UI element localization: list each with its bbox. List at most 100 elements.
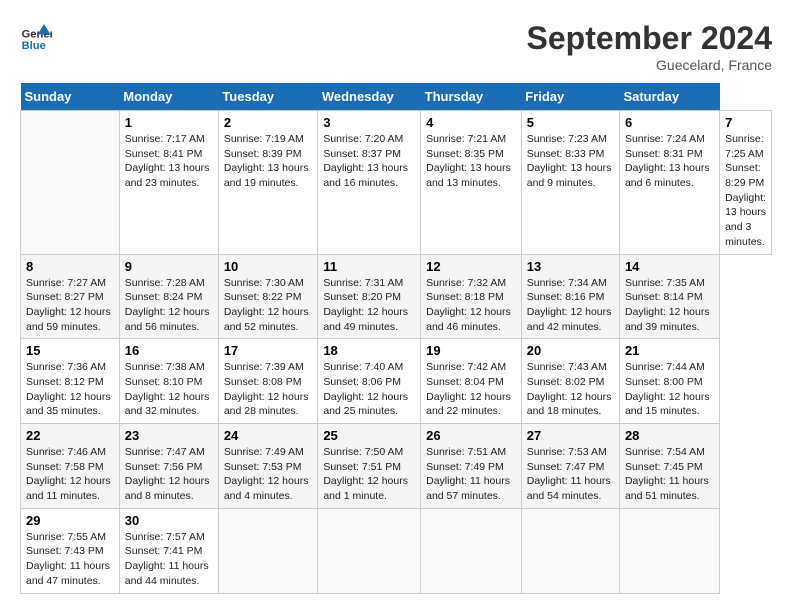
svg-text:Blue: Blue (22, 40, 46, 52)
day-number: 22 (26, 428, 114, 443)
week-row-3: 15 Sunrise: 7:36 AMSunset: 8:12 PMDayligh… (21, 339, 772, 424)
day-number: 11 (323, 259, 415, 274)
day-number: 27 (527, 428, 614, 443)
calendar-cell: 20Sunrise: 7:43 AMSunset: 8:02 PMDayligh… (521, 339, 619, 424)
calendar-cell: 3 Sunrise: 7:20 AMSunset: 8:37 PMDaylight… (318, 111, 421, 255)
calendar-cell: 8Sunrise: 7:27 AMSunset: 8:27 PMDaylight… (21, 254, 120, 339)
cell-info: Sunrise: 7:51 AMSunset: 7:49 PMDaylight:… (426, 445, 516, 504)
cell-info: Sunrise: 7:38 AMSunset: 8:10 PMDaylight:… (125, 360, 213, 419)
calendar-cell: 30 Sunrise: 7:57 AMSunset: 7:41 PMDayligh… (119, 508, 218, 593)
week-row-1: 1 Sunrise: 7:17 AMSunset: 8:41 PMDaylight… (21, 111, 772, 255)
calendar-cell: 6 Sunrise: 7:24 AMSunset: 8:31 PMDaylight… (619, 111, 719, 255)
cell-info: Sunrise: 7:40 AMSunset: 8:06 PMDaylight:… (323, 360, 415, 419)
col-header-saturday: Saturday (619, 83, 719, 111)
calendar-cell (421, 508, 522, 593)
day-number: 17 (224, 343, 313, 358)
cell-info: Sunrise: 7:34 AMSunset: 8:16 PMDaylight:… (527, 276, 614, 335)
days-header-row: SundayMondayTuesdayWednesdayThursdayFrid… (21, 83, 772, 111)
col-header-friday: Friday (521, 83, 619, 111)
cell-info: Sunrise: 7:24 AMSunset: 8:31 PMDaylight:… (625, 132, 714, 191)
week-row-5: 29 Sunrise: 7:55 AMSunset: 7:43 PMDayligh… (21, 508, 772, 593)
page-header: General Blue September 2024 Guecelard, F… (20, 20, 772, 73)
month-title: September 2024 (527, 20, 772, 57)
calendar-cell: 17 Sunrise: 7:39 AMSunset: 8:08 PMDayligh… (218, 339, 318, 424)
cell-info: Sunrise: 7:32 AMSunset: 8:18 PMDaylight:… (426, 276, 516, 335)
calendar-cell: 18 Sunrise: 7:40 AMSunset: 8:06 PMDayligh… (318, 339, 421, 424)
calendar-cell: 10 Sunrise: 7:30 AMSunset: 8:22 PMDayligh… (218, 254, 318, 339)
cell-info: Sunrise: 7:20 AMSunset: 8:37 PMDaylight:… (323, 132, 415, 191)
cell-info: Sunrise: 7:46 AMSunset: 7:58 PMDaylight:… (26, 445, 114, 504)
day-number: 25 (323, 428, 415, 443)
day-number: 1 (125, 115, 213, 130)
col-header-thursday: Thursday (421, 83, 522, 111)
calendar-cell: 7 Sunrise: 7:25 AMSunset: 8:29 PMDaylight… (720, 111, 772, 255)
calendar-cell: 5 Sunrise: 7:23 AMSunset: 8:33 PMDaylight… (521, 111, 619, 255)
cell-info: Sunrise: 7:35 AMSunset: 8:14 PMDaylight:… (625, 276, 714, 335)
calendar-cell: 21 Sunrise: 7:44 AMSunset: 8:00 PMDayligh… (619, 339, 719, 424)
day-number: 3 (323, 115, 415, 130)
cell-info: Sunrise: 7:49 AMSunset: 7:53 PMDaylight:… (224, 445, 313, 504)
cell-info: Sunrise: 7:30 AMSunset: 8:22 PMDaylight:… (224, 276, 313, 335)
col-header-sunday: Sunday (21, 83, 120, 111)
calendar-cell: 24 Sunrise: 7:49 AMSunset: 7:53 PMDayligh… (218, 424, 318, 509)
calendar-cell: 1 Sunrise: 7:17 AMSunset: 8:41 PMDaylight… (119, 111, 218, 255)
week-row-4: 22 Sunrise: 7:46 AMSunset: 7:58 PMDayligh… (21, 424, 772, 509)
cell-info: Sunrise: 7:43 AMSunset: 8:02 PMDaylight:… (527, 360, 614, 419)
day-number: 24 (224, 428, 313, 443)
cell-info: Sunrise: 7:55 AMSunset: 7:43 PMDaylight:… (26, 530, 114, 589)
col-header-tuesday: Tuesday (218, 83, 318, 111)
day-number: 6 (625, 115, 714, 130)
cell-info: Sunrise: 7:44 AMSunset: 8:00 PMDaylight:… (625, 360, 714, 419)
day-number: 21 (625, 343, 714, 358)
calendar-cell: 29 Sunrise: 7:55 AMSunset: 7:43 PMDayligh… (21, 508, 120, 593)
calendar-cell: 2 Sunrise: 7:19 AMSunset: 8:39 PMDaylight… (218, 111, 318, 255)
day-number: 28 (625, 428, 714, 443)
col-header-monday: Monday (119, 83, 218, 111)
cell-info: Sunrise: 7:23 AMSunset: 8:33 PMDaylight:… (527, 132, 614, 191)
day-number: 2 (224, 115, 313, 130)
calendar-cell: 9 Sunrise: 7:28 AMSunset: 8:24 PMDaylight… (119, 254, 218, 339)
cell-info: Sunrise: 7:42 AMSunset: 8:04 PMDaylight:… (426, 360, 516, 419)
cell-info: Sunrise: 7:19 AMSunset: 8:39 PMDaylight:… (224, 132, 313, 191)
day-number: 9 (125, 259, 213, 274)
cell-info: Sunrise: 7:17 AMSunset: 8:41 PMDaylight:… (125, 132, 213, 191)
day-number: 30 (125, 513, 213, 528)
calendar-cell: 13 Sunrise: 7:34 AMSunset: 8:16 PMDayligh… (521, 254, 619, 339)
cell-info: Sunrise: 7:39 AMSunset: 8:08 PMDaylight:… (224, 360, 313, 419)
calendar-cell (318, 508, 421, 593)
calendar-cell (218, 508, 318, 593)
calendar-cell: 22 Sunrise: 7:46 AMSunset: 7:58 PMDayligh… (21, 424, 120, 509)
calendar-cell: 4Sunrise: 7:21 AMSunset: 8:35 PMDaylight… (421, 111, 522, 255)
day-number: 5 (527, 115, 614, 130)
cell-info: Sunrise: 7:36 AMSunset: 8:12 PMDaylight:… (26, 360, 114, 419)
calendar-cell (21, 111, 120, 255)
calendar-table: SundayMondayTuesdayWednesdayThursdayFrid… (20, 83, 772, 594)
calendar-cell (619, 508, 719, 593)
cell-info: Sunrise: 7:25 AMSunset: 8:29 PMDaylight:… (725, 132, 766, 250)
calendar-cell: 26Sunrise: 7:51 AMSunset: 7:49 PMDayligh… (421, 424, 522, 509)
cell-info: Sunrise: 7:27 AMSunset: 8:27 PMDaylight:… (26, 276, 114, 335)
day-number: 29 (26, 513, 114, 528)
calendar-cell: 11Sunrise: 7:31 AMSunset: 8:20 PMDayligh… (318, 254, 421, 339)
calendar-cell (521, 508, 619, 593)
day-number: 15 (26, 343, 114, 358)
day-number: 10 (224, 259, 313, 274)
cell-info: Sunrise: 7:28 AMSunset: 8:24 PMDaylight:… (125, 276, 213, 335)
day-number: 7 (725, 115, 766, 130)
day-number: 16 (125, 343, 213, 358)
calendar-cell: 12 Sunrise: 7:32 AMSunset: 8:18 PMDayligh… (421, 254, 522, 339)
calendar-cell: 27 Sunrise: 7:53 AMSunset: 7:47 PMDayligh… (521, 424, 619, 509)
calendar-cell: 28 Sunrise: 7:54 AMSunset: 7:45 PMDayligh… (619, 424, 719, 509)
cell-info: Sunrise: 7:57 AMSunset: 7:41 PMDaylight:… (125, 530, 213, 589)
day-number: 13 (527, 259, 614, 274)
cell-info: Sunrise: 7:47 AMSunset: 7:56 PMDaylight:… (125, 445, 213, 504)
cell-info: Sunrise: 7:54 AMSunset: 7:45 PMDaylight:… (625, 445, 714, 504)
day-number: 12 (426, 259, 516, 274)
calendar-cell: 19Sunrise: 7:42 AMSunset: 8:04 PMDayligh… (421, 339, 522, 424)
calendar-cell: 23Sunrise: 7:47 AMSunset: 7:56 PMDayligh… (119, 424, 218, 509)
day-number: 18 (323, 343, 415, 358)
calendar-cell: 16 Sunrise: 7:38 AMSunset: 8:10 PMDayligh… (119, 339, 218, 424)
cell-info: Sunrise: 7:53 AMSunset: 7:47 PMDaylight:… (527, 445, 614, 504)
col-header-wednesday: Wednesday (318, 83, 421, 111)
logo: General Blue (20, 20, 52, 52)
